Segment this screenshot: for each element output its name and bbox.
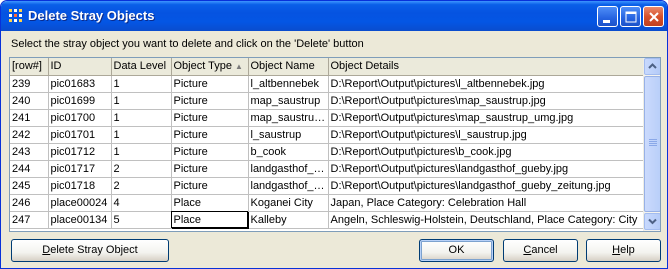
cell-object-name[interactable]: map_saustrup_umg	[248, 109, 329, 127]
table-row[interactable]: 241pic017001Picturemap_saustrup_umgD:\Re…	[10, 109, 645, 127]
cell-object-name[interactable]: l_saustrup	[248, 126, 329, 144]
cell-data-level[interactable]: 1	[111, 109, 172, 127]
cell-id[interactable]: pic01700	[48, 109, 112, 127]
table-row[interactable]: 246 place00024 4 Place Koganei City Japan, Pl…	[10, 194, 645, 212]
cell-data-level[interactable]: 5	[111, 211, 172, 229]
cell-object-details[interactable]: D:\Report\Output\pictures\l_saustrup.jpg	[328, 126, 645, 144]
cell-id[interactable]: pic01683	[48, 75, 112, 93]
column-header-row-num[interactable]: [row#]	[10, 58, 49, 76]
maximize-icon	[625, 11, 637, 23]
cell-object-type[interactable]: Picture	[171, 177, 249, 195]
cell-row-num[interactable]: 246	[10, 194, 49, 212]
column-header-object-name[interactable]: Object Name	[248, 58, 329, 76]
stray-objects-table: [row#] ID Data Level Object Type ▲ Object…	[10, 58, 645, 229]
cell-object-details[interactable]: D:\Report\Output\pictures\map_saustrup_u…	[328, 109, 645, 127]
cell-object-name[interactable]: b_cook	[248, 143, 329, 161]
cell-object-details[interactable]: D:\Report\Output\pictures\b_cook.jpg	[328, 143, 645, 161]
ok-button[interactable]: OK	[419, 239, 494, 262]
table-row[interactable]: 245pic017182Picturelandgasthof_gueby_zei…	[10, 177, 645, 195]
cell-data-level[interactable]: 1	[111, 143, 172, 161]
cell-id[interactable]: pic01717	[48, 160, 112, 178]
cell-row-num[interactable]: 245	[10, 177, 49, 195]
cell-id[interactable]: pic01712	[48, 143, 112, 161]
cell-row-num[interactable]: 247	[10, 211, 49, 229]
header-row: [row#] ID Data Level Object Type ▲ Object…	[10, 58, 645, 76]
cell-object-details[interactable]: Angeln, Schleswig-Holstein, Deutschland,…	[328, 211, 645, 229]
scroll-down-button[interactable]	[644, 213, 660, 230]
cell-data-level[interactable]: 2	[111, 160, 172, 178]
close-button[interactable]	[643, 6, 664, 27]
cell-object-name[interactable]: landgasthof_gueby_zeitung	[248, 177, 329, 195]
cell-data-level[interactable]: 2	[111, 177, 172, 195]
cell-row-num[interactable]: 239	[10, 75, 49, 93]
cell-row-num[interactable]: 242	[10, 126, 49, 144]
cell-object-type[interactable]: Picture	[171, 143, 249, 161]
cancel-button[interactable]: Cancel	[503, 239, 578, 262]
cell-object-name[interactable]: map_saustrup	[248, 92, 329, 110]
cell-id[interactable]: pic01699	[48, 92, 112, 110]
table-row[interactable]: 240 pic01699 1 Picture map_saustrup D:\Report…	[10, 92, 645, 110]
cell-object-type[interactable]: Picture	[171, 75, 249, 93]
cell-row-num[interactable]: 244	[10, 160, 49, 178]
cell-object-details[interactable]: D:\Report\Output\pictures\landgasthof_gu…	[328, 160, 645, 178]
column-header-object-details[interactable]: Object Details	[328, 58, 645, 76]
cell-object-type[interactable]: Picture	[171, 109, 249, 127]
cell-object-details[interactable]: D:\Report\Output\pictures\l_altbennebek.…	[328, 75, 645, 93]
column-header-object-type[interactable]: Object Type ▲	[171, 58, 249, 76]
scroll-thumb[interactable]	[644, 76, 660, 212]
cell-object-type[interactable]: Picture	[171, 160, 249, 178]
cell-data-level[interactable]: 1	[111, 126, 172, 144]
cell-data-level[interactable]: 4	[111, 194, 172, 212]
cell-object-details[interactable]: D:\Report\Output\pictures\map_saustrup.j…	[328, 92, 645, 110]
cell-id[interactable]: place00134	[48, 211, 112, 229]
title-bar[interactable]: Delete Stray Objects	[1, 1, 667, 31]
cell-row-num[interactable]: 240	[10, 92, 49, 110]
maximize-button[interactable]	[620, 6, 641, 27]
table-row[interactable]: 239 pic01683 1 Picture l_altbennebek D:\Repor…	[10, 75, 645, 93]
dialog-window: Delete Stray Objects Select the stray ob…	[0, 0, 668, 269]
app-icon	[8, 8, 24, 24]
table-row[interactable]: 242 pic01701 1 Picture l_saustrup D:\Report\O…	[10, 126, 645, 144]
cell-data-level[interactable]: 1	[111, 75, 172, 93]
sort-ascending-icon: ▲	[235, 62, 243, 72]
cell-object-type[interactable]: Picture	[171, 126, 249, 144]
column-header-object-type-label: Object Type	[173, 60, 233, 73]
cell-row-num[interactable]: 241	[10, 109, 49, 127]
cell-object-type[interactable]: Place	[171, 194, 249, 212]
minimize-button[interactable]	[597, 6, 618, 27]
chevron-down-icon	[648, 218, 657, 225]
minimize-icon	[603, 20, 610, 23]
window-title: Delete Stray Objects	[28, 8, 155, 23]
column-header-id[interactable]: ID	[48, 58, 112, 76]
cell-object-details[interactable]: D:\Report\Output\pictures\landgasthof_gu…	[328, 177, 645, 195]
table-row[interactable]: 244pic017172Picturelandgasthof_guebyD:\R…	[10, 160, 645, 178]
cell-id[interactable]: place00024	[48, 194, 112, 212]
cell-id[interactable]: pic01701	[48, 126, 112, 144]
cell-object-name[interactable]: Koganei City	[248, 194, 329, 212]
close-icon	[649, 12, 659, 22]
cell-object-details[interactable]: Japan, Place Category: Celebration Hall	[328, 194, 645, 212]
chevron-up-icon	[648, 63, 657, 69]
instruction-text: Select the stray object you want to dele…	[11, 38, 364, 50]
cell-object-type[interactable]: Place	[170, 210, 249, 229]
cell-object-type[interactable]: Picture	[171, 92, 249, 110]
cell-id[interactable]: pic01718	[48, 177, 112, 195]
cell-object-name[interactable]: landgasthof_gueby	[248, 160, 329, 178]
table-row[interactable]: 243 pic01712 1 Picture b_cook D:\Report\Outpu…	[10, 143, 645, 161]
column-header-data-level[interactable]: Data Level	[111, 58, 172, 76]
table-row[interactable]: 247 place00134 5 Place Kalleby Angeln, Schles…	[10, 210, 645, 229]
cell-data-level[interactable]: 1	[111, 92, 172, 110]
cell-row-num[interactable]: 243	[10, 143, 49, 161]
cell-object-name[interactable]: Kalleby	[248, 211, 329, 229]
stray-objects-grid[interactable]: [row#] ID Data Level Object Type ▲ Object…	[9, 57, 661, 232]
cell-object-name[interactable]: l_altbennebek	[248, 75, 329, 93]
vertical-scrollbar[interactable]	[643, 58, 660, 231]
delete-stray-object-button[interactable]: Delete Stray Object	[11, 239, 169, 262]
help-button[interactable]: Help	[586, 239, 661, 262]
scroll-up-button[interactable]	[644, 58, 660, 75]
